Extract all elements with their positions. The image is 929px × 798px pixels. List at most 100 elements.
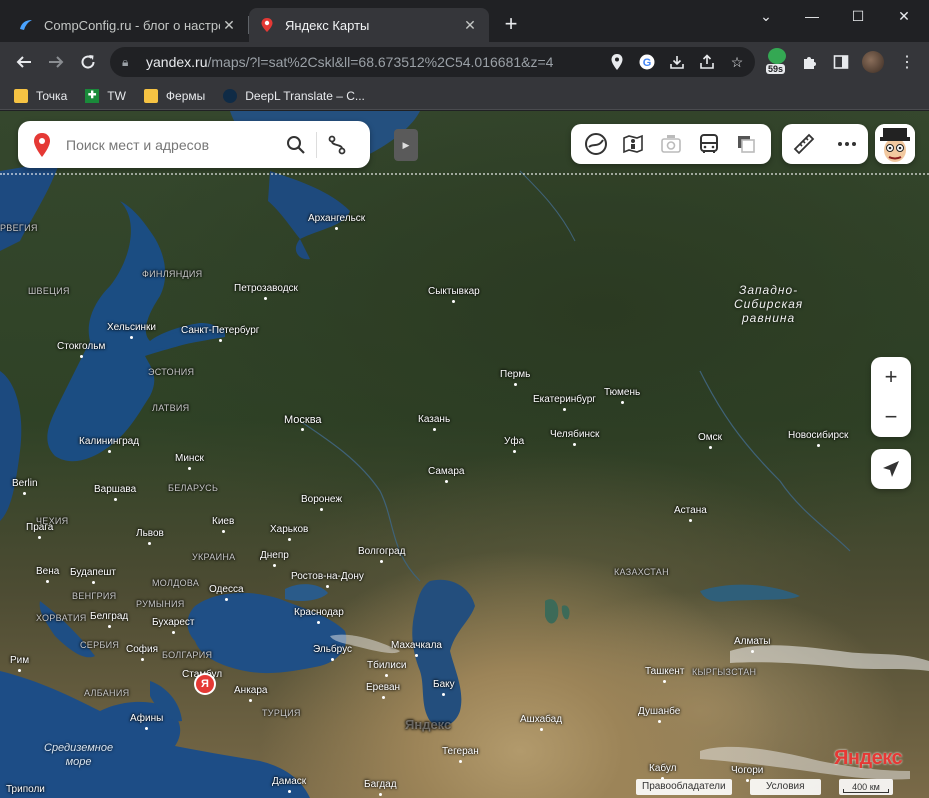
close-window-button[interactable]: ✕: [881, 0, 927, 32]
bookmark-deepl[interactable]: DeepL Translate – C...: [223, 88, 365, 103]
back-arrow-icon[interactable]: [12, 50, 36, 74]
city-label[interactable]: Уфа: [504, 436, 524, 453]
city-label[interactable]: Казань: [418, 414, 450, 431]
city-label[interactable]: Анкара: [234, 685, 267, 702]
city-label[interactable]: Тегеран: [442, 746, 479, 763]
city-label[interactable]: Челябинск: [550, 429, 599, 446]
share-icon[interactable]: [695, 50, 719, 74]
city-label[interactable]: Ташкент: [645, 666, 684, 683]
city-label[interactable]: Пермь: [500, 369, 530, 386]
city-label[interactable]: Минск: [175, 453, 204, 470]
city-label[interactable]: Харьков: [270, 524, 308, 541]
bookmark-fermy[interactable]: Фермы: [143, 88, 205, 103]
chrome-profile-avatar[interactable]: [862, 51, 884, 73]
city-label[interactable]: Екатеринбург: [533, 394, 596, 411]
reload-icon[interactable]: [76, 50, 100, 74]
city-label[interactable]: Москва: [284, 414, 322, 431]
city-label[interactable]: Стокгольм: [57, 341, 105, 358]
terms-link[interactable]: Условия: [750, 779, 821, 795]
close-tab-icon[interactable]: ✕: [220, 17, 238, 34]
city-label[interactable]: Бухарест: [152, 617, 195, 634]
city-label[interactable]: Алматы: [734, 636, 771, 653]
city-label[interactable]: Будапешт: [70, 567, 116, 584]
city-label[interactable]: Белград: [90, 611, 128, 628]
city-label[interactable]: Махачкала: [391, 640, 442, 657]
transport-button[interactable]: [695, 130, 723, 158]
city-label[interactable]: Самара: [428, 466, 464, 483]
extensions-puzzle-icon[interactable]: [798, 50, 822, 74]
city-label[interactable]: Воронеж: [301, 494, 342, 511]
city-label[interactable]: Ашхабад: [520, 714, 562, 731]
zoom-out-button[interactable]: −: [871, 397, 911, 437]
yandex-place-marker[interactable]: Я: [194, 673, 216, 695]
city-label[interactable]: Чогори: [731, 765, 763, 782]
maximize-button[interactable]: ☐: [835, 0, 881, 32]
city-label[interactable]: Омск: [698, 432, 722, 449]
city-label[interactable]: Хельсинки: [107, 322, 156, 339]
extension-timer-icon[interactable]: 59s: [766, 48, 788, 76]
forward-arrow-icon[interactable]: [44, 50, 68, 74]
search-button[interactable]: [276, 121, 316, 168]
copyright-link[interactable]: Правообладатели: [636, 779, 732, 795]
city-label[interactable]: Вена: [36, 566, 59, 583]
city-label[interactable]: Ереван: [366, 682, 400, 699]
city-label[interactable]: Одесса: [209, 584, 244, 601]
city-label[interactable]: Кабул: [649, 763, 677, 780]
city-label[interactable]: Ростов-на-Дону: [291, 571, 364, 588]
city-label[interactable]: Сыктывкар: [428, 286, 480, 303]
new-tab-button[interactable]: +: [500, 13, 522, 36]
city-label[interactable]: Тюмень: [604, 387, 640, 404]
minimize-button[interactable]: —: [789, 0, 835, 32]
more-options-button[interactable]: [833, 130, 861, 158]
city-label[interactable]: Новосибирск: [788, 430, 848, 447]
city-label[interactable]: Калининград: [79, 436, 139, 453]
city-label[interactable]: Краснодар: [294, 607, 344, 624]
photo-button[interactable]: [657, 130, 685, 158]
tab-yandex-maps[interactable]: Яндекс Карты ✕: [249, 8, 489, 42]
city-label[interactable]: Варшава: [94, 484, 136, 501]
ruler-button[interactable]: [790, 130, 818, 158]
city-label[interactable]: Днепр: [260, 550, 289, 567]
city-label[interactable]: Дамаск: [272, 776, 306, 793]
city-label[interactable]: Баку: [433, 679, 455, 696]
close-tab-icon[interactable]: ✕: [461, 17, 479, 34]
city-label[interactable]: Санкт-Петербург: [181, 325, 259, 342]
city-label[interactable]: Триполи: [6, 784, 45, 795]
map-layers-button[interactable]: [582, 130, 610, 158]
city-label[interactable]: Тбилиси: [367, 660, 406, 677]
city-label[interactable]: Астана: [674, 505, 707, 522]
city-label[interactable]: Архангельск: [308, 213, 365, 230]
city-label[interactable]: Рим: [10, 655, 29, 672]
search-input[interactable]: [66, 136, 276, 153]
zoom-in-button[interactable]: +: [871, 357, 911, 397]
my-location-button[interactable]: [871, 449, 911, 489]
city-label[interactable]: Berlin: [12, 478, 38, 495]
lock-icon[interactable]: 🔒︎: [122, 55, 136, 70]
city-label[interactable]: Петрозаводск: [234, 283, 298, 300]
city-label[interactable]: Афины: [130, 713, 163, 730]
routes-button[interactable]: [317, 121, 357, 168]
user-profile-avatar[interactable]: [875, 124, 915, 164]
map-scale[interactable]: 400 км: [839, 779, 893, 795]
3d-buildings-button[interactable]: [732, 130, 760, 158]
city-label[interactable]: Киев: [212, 516, 234, 533]
satellite-map[interactable]: Западно- Сибирская равнина Средиземное м…: [0, 111, 929, 798]
city-label[interactable]: София: [126, 644, 158, 661]
city-label[interactable]: Прага: [26, 522, 53, 539]
chrome-menu-icon[interactable]: ⋮: [895, 50, 919, 74]
install-download-icon[interactable]: [665, 50, 689, 74]
city-label[interactable]: Волгоград: [358, 546, 405, 563]
city-label[interactable]: Багдад: [364, 779, 397, 796]
yandex-logo[interactable]: Яндекс: [834, 747, 903, 770]
tab-compconfig[interactable]: CompConfig.ru - блог о настрой ✕: [8, 8, 248, 42]
panorama-button[interactable]: [619, 130, 647, 158]
sidebar-expand-button[interactable]: ▶: [394, 129, 418, 161]
side-panel-icon[interactable]: [829, 50, 853, 74]
bookmark-star-icon[interactable]: ☆: [725, 50, 749, 74]
bookmark-tw[interactable]: ✚ TW: [85, 88, 126, 103]
address-bar[interactable]: 🔒︎ yandex.ru/maps/?l=sat%2Cskl&ll=68.673…: [110, 47, 755, 77]
city-label[interactable]: Душанбе: [638, 706, 680, 723]
tab-search-chevron-icon[interactable]: ⌄: [743, 0, 789, 32]
bookmark-tochka[interactable]: Точка: [14, 88, 67, 103]
location-pin-icon[interactable]: [605, 50, 629, 74]
